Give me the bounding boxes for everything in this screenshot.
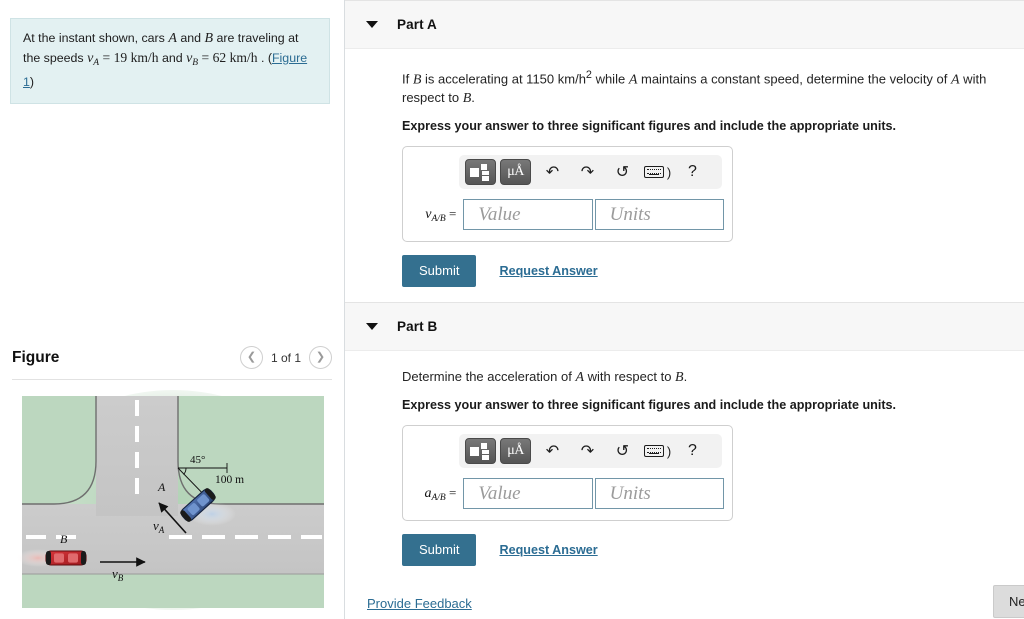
part-b-body: Determine the acceleration of A with res… [345, 351, 1024, 567]
grass-bottom [22, 574, 324, 608]
figure-nav: ❮ 1 of 1 ❯ [239, 346, 332, 369]
caret-down-icon[interactable] [366, 21, 378, 28]
redo-arrow-icon[interactable]: ↷ [574, 438, 601, 464]
keyboard-bracket: ) [666, 164, 672, 180]
problem-text-end: . ( [257, 51, 272, 65]
problem-text-start: At the instant shown, cars [23, 31, 169, 45]
part-b-prompt-p1: Determine the acceleration of [402, 369, 576, 385]
part-b-prompt-a1: A [575, 370, 584, 386]
part-b-equals: = [448, 484, 457, 500]
figure-divider [12, 379, 332, 380]
problem-text-and2: and [158, 51, 187, 65]
figure-counter: 1 of 1 [270, 350, 301, 365]
undo-arrow-icon[interactable]: ↶ [539, 159, 566, 185]
micro-angstrom-units-icon[interactable]: μÅ [500, 159, 531, 186]
problem-text-and: and [176, 31, 205, 45]
part-a-prompt-p4: maintains a constant speed, determine th… [637, 71, 951, 87]
footer: Provide Feedback Next [345, 585, 1024, 619]
part-b-value-input[interactable]: Value [463, 478, 593, 510]
chevron-right-icon[interactable]: ❯ [309, 346, 332, 369]
car-b-label: B [60, 532, 68, 546]
part-a-header[interactable]: Part A [345, 0, 1024, 49]
provide-feedback-link[interactable]: Provide Feedback [367, 596, 472, 611]
part-a-prompt-a2: A [951, 72, 960, 88]
part-b-prompt-p6: . [683, 369, 688, 385]
page-root: At the instant shown, cars A and B are t… [0, 0, 1024, 619]
problem-text-close: ) [29, 75, 35, 89]
problem-va-value: = 19 km/h [99, 50, 159, 65]
part-a-equals: = [448, 205, 457, 221]
part-a-prompt-p1: If [402, 71, 413, 87]
math-template-icon[interactable] [465, 438, 496, 465]
radius-label: 100 m [215, 474, 244, 486]
part-a-label: Part A [397, 17, 437, 32]
problem-car-b: B [204, 31, 214, 46]
problem-car-a: A [168, 31, 177, 46]
part-a-actions: Submit Request Answer [402, 255, 1024, 288]
part-a-body: If B is accelerating at 1150 km/h2 while… [345, 49, 1024, 302]
angle-label: 45° [190, 454, 205, 466]
car-a-label: A [157, 480, 166, 494]
part-a-variable-label: vA/B = [411, 206, 463, 224]
question-mark-icon[interactable]: ? [679, 159, 706, 185]
right-panel: Part A If B is accelerating at 1150 km/h… [345, 0, 1024, 619]
problem-statement-box: At the instant shown, cars A and B are t… [10, 18, 330, 104]
part-b-header[interactable]: Part B [345, 302, 1024, 352]
part-a-variable-sub: A/B [431, 213, 446, 224]
next-button[interactable]: Next [993, 585, 1024, 619]
part-b-entry-row: aA/B = Value Units [411, 478, 724, 510]
micro-angstrom-units-icon[interactable]: μÅ [500, 438, 531, 465]
keyboard-icon[interactable]: ) [643, 438, 672, 464]
grass-top-right [178, 396, 324, 504]
figure-illustration[interactable]: 45° 100 m A vA B vB [14, 386, 332, 614]
part-a-toolbar: μÅ ↶ ↷ ↺ ) ? [459, 155, 722, 190]
caret-down-icon[interactable] [366, 323, 378, 331]
part-a-entry-row: vA/B = Value Units [411, 199, 724, 231]
part-b-variable-sub: A/B [431, 492, 446, 503]
figure-svg: 45° 100 m A vA B vB [16, 390, 324, 610]
figure-header: Figure ❮ 1 of 1 ❯ [12, 346, 332, 378]
part-b-instruction: Express your answer to three significant… [402, 398, 897, 413]
part-a-instruction: Express your answer to three significant… [402, 119, 897, 134]
part-a-submit-button[interactable]: Submit [402, 255, 477, 288]
figure-title: Figure [12, 349, 60, 366]
part-b-actions: Submit Request Answer [402, 534, 1024, 567]
chevron-left-icon[interactable]: ❮ [239, 346, 263, 369]
part-b-prompt: Determine the acceleration of A with res… [402, 351, 1024, 387]
part-b-variable-label: aA/B = [411, 485, 463, 503]
undo-arrow-icon[interactable]: ↶ [539, 438, 566, 464]
part-b-request-answer-link[interactable]: Request Answer [499, 543, 597, 557]
part-b-answer-box: μÅ ↶ ↷ ↺ ) ? aA/B = Value Units [402, 425, 733, 522]
part-b-submit-button[interactable]: Submit [402, 534, 477, 567]
redo-arrow-icon[interactable]: ↷ [574, 159, 601, 185]
grass-top-left [22, 396, 96, 504]
question-mark-icon[interactable]: ? [679, 438, 706, 464]
problem-statement-text: At the instant shown, cars A and B are t… [23, 29, 317, 92]
problem-vb-value: = 62 km/h [198, 50, 258, 65]
reset-circular-arrow-icon[interactable]: ↺ [609, 438, 636, 464]
car-b [45, 550, 87, 566]
part-a-prompt-b2: B [462, 91, 472, 107]
keyboard-icon[interactable]: ) [643, 159, 672, 185]
part-a-request-answer-link[interactable]: Request Answer [499, 264, 597, 278]
part-a-answer-box: μÅ ↶ ↷ ↺ ) ? vA/B = Value Units [402, 146, 733, 243]
part-a-prompt-p6: . [471, 90, 475, 106]
keyboard-bracket: ) [666, 443, 672, 459]
part-a-value-input[interactable]: Value [463, 199, 593, 231]
part-a-units-input[interactable]: Units [594, 199, 724, 231]
part-b-label: Part B [397, 319, 438, 335]
part-b-units-input[interactable]: Units [594, 478, 724, 510]
left-panel: At the instant shown, cars A and B are t… [0, 0, 344, 619]
part-a-prompt-p3: while [591, 71, 629, 87]
part-b-prompt-b2: B [675, 370, 684, 386]
part-b-prompt-p4: with respect to [584, 369, 676, 385]
reset-circular-arrow-icon[interactable]: ↺ [609, 159, 636, 185]
part-a-prompt: If B is accelerating at 1150 km/h2 while… [402, 49, 1024, 108]
math-template-icon[interactable] [465, 159, 496, 186]
part-a-prompt-p2: is accelerating at 1150 km/h [421, 71, 586, 87]
part-b-toolbar: μÅ ↶ ↷ ↺ ) ? [459, 434, 722, 469]
